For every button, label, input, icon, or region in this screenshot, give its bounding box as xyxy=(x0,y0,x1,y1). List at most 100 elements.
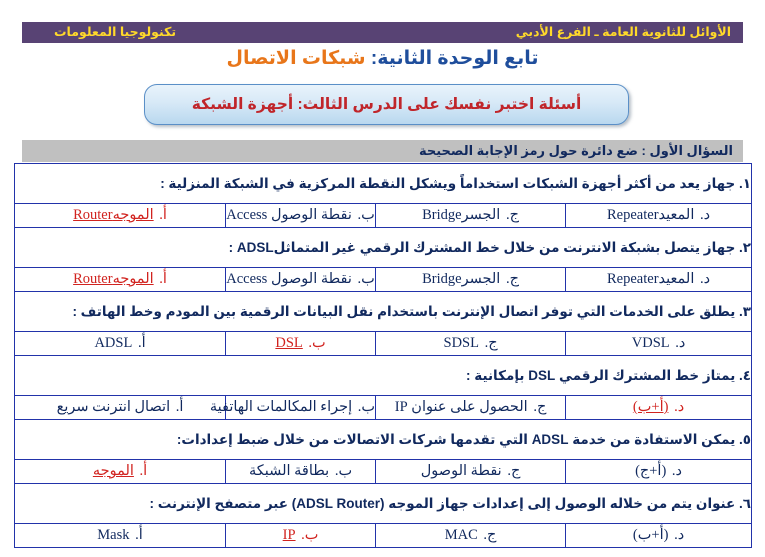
option-answer-text: ADSL xyxy=(94,335,133,351)
option-letter: ج. xyxy=(505,207,519,223)
question-stem-row: ٥. يمكن الاستفادة من خدمة ADSL التي تقدم… xyxy=(13,419,753,460)
option-cell[interactable]: ج. الحصول على عنوان IP xyxy=(375,395,567,420)
option-letter: ج. xyxy=(505,271,519,287)
option-letter: ب. xyxy=(308,335,326,351)
option-cell[interactable]: د. (أ+ج) xyxy=(565,459,753,484)
option-answer-text: بطاقة الشبكة xyxy=(248,463,330,479)
option-letter: د. xyxy=(675,335,686,351)
option-cell[interactable]: ب. IP xyxy=(225,523,377,548)
question-stem-cell: ٢. جهاز يتصل بشبكة الانترنت من خلال خط ا… xyxy=(13,227,753,268)
banner-left-label: تكنولوجيا المعلومات xyxy=(54,25,177,40)
option-cell[interactable]: ب. نقطة الوصول Access xyxy=(225,203,377,228)
option-letter: أ. xyxy=(135,527,143,543)
option-letter: أ. xyxy=(175,399,184,415)
option-cell[interactable]: ج. الجسرBridge xyxy=(375,203,567,228)
option-letter: ج. xyxy=(484,335,498,351)
page-title-orange-part: شبكات الاتصال xyxy=(226,48,371,69)
question-stem-cell: ٣. يطلق على الخدمات التي توفر اتصال الإن… xyxy=(13,291,753,332)
option-answer-text: SDSL xyxy=(443,335,479,351)
option-letter: ج. xyxy=(507,463,521,479)
question-stem-row: ٦. عنوان يتم من خلاله الوصول إلى إعدادات… xyxy=(13,483,753,524)
option-letter: د. xyxy=(674,527,685,543)
question-stem-text: ١. جهاز يعد من أكثر أجهزة الشبكات استخدا… xyxy=(160,175,752,191)
instruction-bar: السؤال الأول : ضع دائرة حول رمز الإجابة … xyxy=(22,140,743,162)
question-stem-cell: ٦. عنوان يتم من خلاله الوصول إلى إعدادات… xyxy=(13,483,753,524)
question-stem-cell: ١. جهاز يعد من أكثر أجهزة الشبكات استخدا… xyxy=(13,163,753,204)
option-cell[interactable]: ب. DSL xyxy=(225,331,377,356)
option-cell[interactable]: د. المعيدRepeater xyxy=(565,203,753,228)
option-letter: ب. xyxy=(357,399,376,415)
subtitle-label: أسئلة اختبر نفسك على الدرس الثالث: أجهزة… xyxy=(191,96,582,113)
option-letter: ج. xyxy=(483,527,497,543)
question-options-row: د. (أ+ب) ج. الحصول على عنوان IP ب. إجراء ا… xyxy=(13,395,753,420)
question-stem-row: ٢. جهاز يتصل بشبكة الانترنت من خلال خط ا… xyxy=(13,227,753,268)
option-letter: ج. xyxy=(533,399,547,415)
question-options-row: د. (أ+ب) ج. MAC ب. IP أ. Mask xyxy=(13,523,753,548)
question-stem-text: ٢. جهاز يتصل بشبكة الانترنت من خلال خط ا… xyxy=(228,239,752,255)
option-cell[interactable]: أ. Mask xyxy=(13,523,227,548)
option-letter: أ. xyxy=(159,271,167,287)
question-stem-row: ١. جهاز يعد من أكثر أجهزة الشبكات استخدا… xyxy=(13,163,753,204)
option-cell[interactable]: ج. MAC xyxy=(375,523,567,548)
option-answer-text: نقطة الوصول Access xyxy=(226,207,352,223)
option-answer-text: IP xyxy=(282,527,296,543)
question-stem-row: ٣. يطلق على الخدمات التي توفر اتصال الإن… xyxy=(13,291,753,332)
question-stem-text: ٥. يمكن الاستفادة من خدمة ADSL التي تقدم… xyxy=(176,431,752,447)
option-answer-text: اتصال انترنت سريع xyxy=(56,399,171,415)
option-answer-text: الحصول على عنوان IP xyxy=(394,399,528,415)
option-answer-text: الجسرBridge xyxy=(422,207,501,223)
option-cell[interactable]: ج. SDSL xyxy=(375,331,567,356)
option-cell[interactable]: د. (أ+ب) xyxy=(565,523,753,548)
option-answer-text: Mask xyxy=(97,527,130,543)
option-answer-text: الجسرBridge xyxy=(422,271,501,287)
option-cell[interactable]: ج. نقطة الوصول xyxy=(375,459,567,484)
option-cell[interactable]: د. VDSL xyxy=(565,331,753,356)
option-answer-text: MAC xyxy=(444,527,478,543)
option-cell[interactable]: أ. الموجه xyxy=(13,459,227,484)
question-options-row: د. المعيدRepeater ج. الجسرBridge ب. نقطة ا… xyxy=(13,267,753,292)
option-letter: ب. xyxy=(357,207,375,223)
page-title: تابع الوحدة الثانية: شبكات الاتصال xyxy=(0,48,765,71)
option-cell[interactable]: أ. الموجهRouter xyxy=(13,267,227,292)
option-letter: د. xyxy=(674,399,685,415)
option-letter: أ. xyxy=(159,207,167,223)
question-options-row: د. VDSL ج. SDSL ب. DSL أ. ADSL xyxy=(13,331,753,356)
questions-table: ١. جهاز يعد من أكثر أجهزة الشبكات استخدا… xyxy=(13,163,753,548)
option-answer-text: نقطة الوصول xyxy=(420,463,502,479)
option-cell[interactable]: أ. الموجهRouter xyxy=(13,203,227,228)
option-cell[interactable]: ب. بطاقة الشبكة xyxy=(225,459,377,484)
question-options-row: د. (أ+ج) ج. نقطة الوصول ب. بطاقة الشبكة أ. … xyxy=(13,459,753,484)
option-cell[interactable]: د. المعيدRepeater xyxy=(565,267,753,292)
option-answer-text: نقطة الوصول Access xyxy=(226,271,352,287)
option-answer-text: الموجه xyxy=(92,463,134,479)
option-letter: د. xyxy=(671,463,683,479)
option-cell[interactable]: ج. الجسرBridge xyxy=(375,267,567,292)
option-cell[interactable]: ب. إجراء المكالمات الهاتفية xyxy=(210,395,377,420)
option-letter: أ. xyxy=(137,335,146,351)
option-answer-text: الموجهRouter xyxy=(73,207,154,223)
option-answer-text: (أ+ب) xyxy=(632,399,669,415)
option-cell[interactable]: ب. نقطة الوصول Access xyxy=(225,267,377,292)
option-answer-text: المعيدRepeater xyxy=(607,271,695,287)
question-stem-text: ٤. يمتاز خط المشترك الرقمي DSL بإمكانية … xyxy=(466,367,752,383)
option-letter: أ. xyxy=(139,463,148,479)
option-answer-text: الموجهRouter xyxy=(73,271,154,287)
question-options-row: د. المعيدRepeater ج. الجسرBridge ب. نقطة ا… xyxy=(13,203,753,228)
option-letter: ب. xyxy=(301,527,319,543)
question-stem-cell: ٤. يمتاز خط المشترك الرقمي DSL بإمكانية … xyxy=(13,355,753,396)
option-answer-text: (أ+ج) xyxy=(635,463,667,479)
header-banner: الأوائل للثانوية العامة ـ الفرع الأدبي ت… xyxy=(22,22,743,43)
option-answer-text: DSL xyxy=(275,335,303,351)
banner-right-label: الأوائل للثانوية العامة ـ الفرع الأدبي xyxy=(515,25,731,40)
option-cell[interactable]: أ. اتصال انترنت سريع xyxy=(13,395,227,420)
question-stem-row: ٤. يمتاز خط المشترك الرقمي DSL بإمكانية … xyxy=(13,355,753,396)
option-cell[interactable]: د. (أ+ب) xyxy=(565,395,753,420)
option-letter: د. xyxy=(699,207,711,223)
option-answer-text: المعيدRepeater xyxy=(607,207,695,223)
option-cell[interactable]: أ. ADSL xyxy=(13,331,227,356)
option-letter: د. xyxy=(699,271,711,287)
option-letter: ب. xyxy=(357,271,375,287)
option-letter: ب. xyxy=(334,463,353,479)
option-answer-text: VDSL xyxy=(631,335,670,351)
question-stem-text: ٣. يطلق على الخدمات التي توفر اتصال الإن… xyxy=(72,303,752,319)
